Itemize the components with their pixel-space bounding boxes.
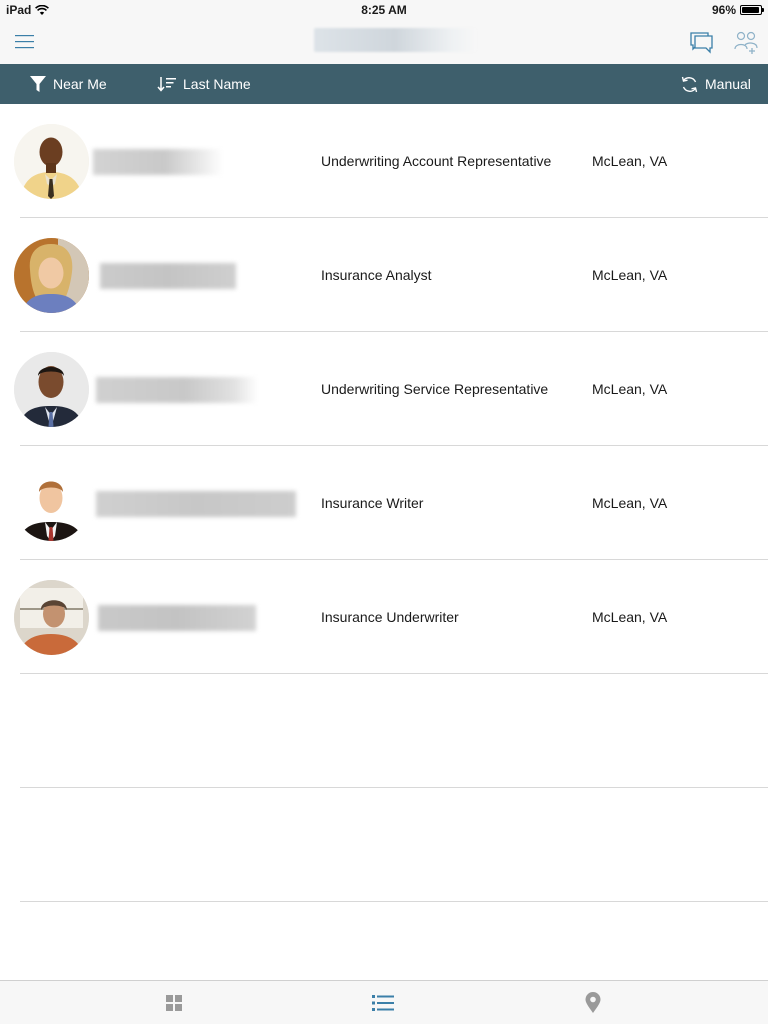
name-redacted [93,149,223,175]
location: McLean, VA [592,381,668,397]
empty-list-row [0,674,768,788]
refresh-mode-label: Manual [705,76,751,92]
location: McLean, VA [592,495,668,511]
refresh-icon [681,76,698,92]
refresh-mode-button[interactable]: Manual [680,64,751,104]
job-title: Insurance Underwriter [321,609,459,625]
battery-percent: 96% [711,3,736,17]
battery-tip [762,8,764,12]
location: McLean, VA [592,153,668,169]
name-redacted [96,377,258,403]
hamburger-menu-icon[interactable] [14,32,36,52]
avatar [14,238,89,313]
battery-icon [740,5,764,15]
job-title: Underwriting Account Representative [321,153,552,169]
nav-bar [0,20,768,64]
status-bar: iPad 8:25 AM 96% [0,0,768,20]
name-redacted [100,263,236,289]
job-title: Insurance Writer [321,495,424,511]
near-me-filter-button[interactable]: Near Me [29,64,107,104]
avatar [14,580,89,655]
chat-bubbles-icon[interactable] [688,29,716,55]
job-title: Insurance Analyst [321,267,432,283]
list-item[interactable]: Insurance Analyst McLean, VA [0,218,768,332]
location: McLean, VA [592,609,668,625]
avatar [14,124,89,199]
sort-descending-icon [157,77,176,92]
near-me-label: Near Me [53,76,107,92]
avatar [14,352,89,427]
name-redacted [98,605,256,631]
location: McLean, VA [592,267,668,283]
tab-bar [0,980,768,1024]
list-item[interactable]: Insurance Underwriter McLean, VA [0,560,768,674]
battery-fill [742,7,760,13]
name-redacted [96,491,296,517]
grid-icon[interactable] [162,991,186,1015]
people-list: Underwriting Account Representative McLe… [0,104,768,902]
list-item[interactable]: Underwriting Account Representative McLe… [0,104,768,218]
list-icon[interactable] [371,991,395,1015]
job-title: Underwriting Service Representative [321,381,549,397]
page-title-redacted [314,28,476,52]
sort-label: Last Name [183,76,251,92]
list-item[interactable]: Insurance Writer McLean, VA [0,446,768,560]
add-group-icon[interactable] [732,29,760,55]
map-pin-icon[interactable] [581,991,605,1015]
avatar [14,466,89,541]
status-right: 96% [711,3,764,17]
filter-bar: Near Me Last Name Manual [0,64,768,104]
list-item[interactable]: Underwriting Service Representative McLe… [0,332,768,446]
filter-funnel-icon [30,76,46,92]
status-time: 8:25 AM [361,3,407,17]
empty-list-row [0,788,768,902]
sort-button[interactable]: Last Name [157,64,251,104]
